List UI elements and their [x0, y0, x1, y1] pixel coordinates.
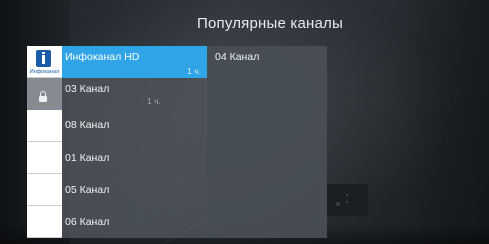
tv-screen: Популярные каналы 04 Канал Инфоканал Инф…	[0, 0, 489, 244]
channel-thumbnail	[27, 206, 62, 238]
channel-row-03[interactable]: 03 Канал 1 ч.	[27, 78, 207, 110]
channel-row-01[interactable]: 01 Канал	[27, 142, 207, 174]
lock-icon	[39, 91, 47, 102]
channel-name: 01 Канал	[65, 152, 110, 164]
channel-list-panel: 04 Канал Инфоканал Инфоканал HD 1 ч. 03 …	[27, 46, 327, 238]
channel-column-2: 04 Канал	[207, 46, 327, 238]
infokanal-logo-text: Инфоканал	[29, 69, 60, 75]
channel-row-infokanal-hd[interactable]: Инфоканал Инфоканал HD 1 ч.	[27, 46, 207, 78]
channel-row-05[interactable]: 05 Канал	[27, 174, 207, 206]
set-top-box-button	[336, 202, 340, 206]
set-top-box-led	[346, 194, 348, 196]
channel-name: 03 Канал	[65, 83, 110, 95]
background-set-top-box	[326, 184, 368, 216]
channel-thumbnail: Инфоканал	[27, 46, 62, 78]
channel-name: 08 Канал	[65, 119, 110, 131]
channel-row-06[interactable]: 06 Канал	[27, 206, 207, 238]
channel-row-08[interactable]: 08 Канал	[27, 110, 207, 142]
channel-duration: 1 ч.	[147, 96, 161, 106]
channel-name: Инфоканал HD	[65, 51, 140, 63]
channel-thumbnail	[27, 174, 62, 206]
channel-name: 06 Канал	[65, 216, 110, 228]
channel-thumbnail	[27, 142, 62, 174]
infokanal-logo-icon	[36, 50, 51, 67]
channel-04-name[interactable]: 04 Канал	[215, 51, 259, 63]
channel-thumbnail	[27, 110, 62, 142]
background-wall-right	[400, 0, 489, 244]
channel-name: 05 Канал	[65, 184, 110, 196]
set-top-box-led	[346, 201, 348, 203]
page-title: Популярные каналы	[196, 15, 343, 32]
channel-duration: 1 ч.	[187, 66, 201, 76]
channel-thumbnail	[27, 78, 62, 110]
